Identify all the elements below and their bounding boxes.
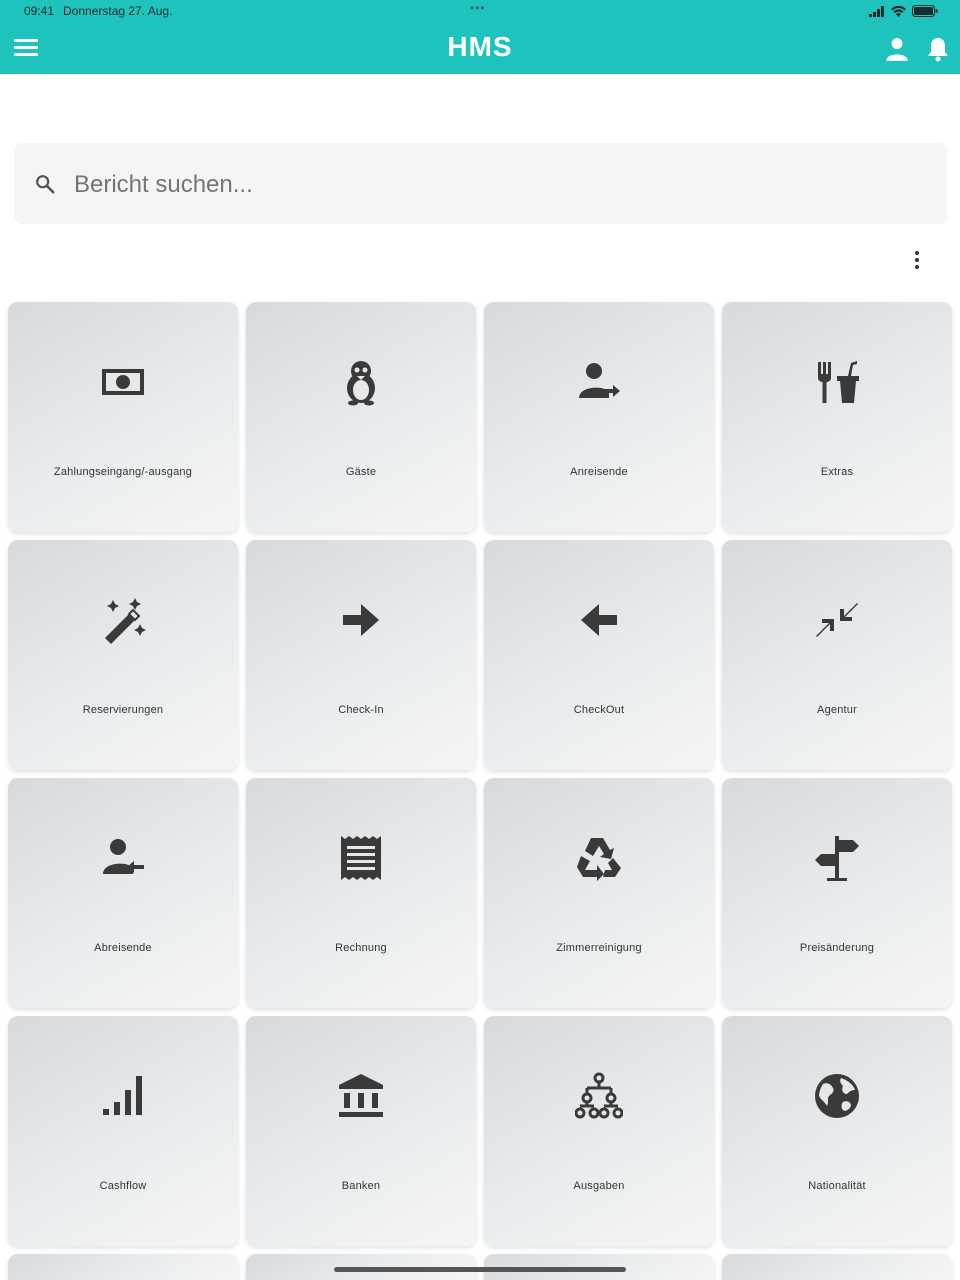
arrow-right-icon <box>337 596 385 644</box>
report-label: Reservierungen <box>82 704 164 716</box>
report-tile-nationalitaet[interactable]: Nationalität <box>722 1016 952 1246</box>
recycle-icon <box>575 834 623 882</box>
search-input[interactable] <box>72 163 916 207</box>
bell-icon[interactable] <box>926 36 950 62</box>
report-label: Anreisende <box>570 466 628 478</box>
report-tile-reservierungen[interactable]: Reservierungen <box>8 540 238 770</box>
more-vert-icon[interactable] <box>907 248 927 272</box>
person-arrow-left-icon <box>99 834 147 882</box>
report-tile-extras[interactable]: Extras <box>722 302 952 532</box>
report-tile-gaeste[interactable]: Gäste <box>246 302 476 532</box>
compress-arrows-icon <box>813 596 861 644</box>
penguin-icon <box>337 358 385 406</box>
report-label: Nationalität <box>808 1180 866 1192</box>
report-label: Ausgaben <box>573 1180 625 1192</box>
report-tile-abreisende[interactable]: Abreisende <box>8 778 238 1008</box>
report-label: Cashflow <box>99 1180 147 1192</box>
app-logo: HMS <box>447 31 513 62</box>
report-tile-check-in[interactable]: Check-In <box>246 540 476 770</box>
report-label: Gäste <box>345 466 377 478</box>
search-bar <box>14 143 947 224</box>
report-label: Zimmerreinigung <box>556 942 642 954</box>
report-tile-anreisende[interactable]: Anreisende <box>484 302 714 532</box>
status-bar: 09:41 Donnerstag 27. Aug. ••• <box>0 0 960 22</box>
report-label: Banken <box>341 1180 381 1192</box>
receipt-icon <box>337 834 385 882</box>
hamburger-icon[interactable] <box>14 36 40 60</box>
report-tile-checkout[interactable]: CheckOut <box>484 540 714 770</box>
search-icon <box>34 173 56 195</box>
report-tile-cashflow[interactable]: Cashflow <box>8 1016 238 1246</box>
magic-wand-icon <box>99 596 147 644</box>
report-tile-rechnung[interactable]: Rechnung <box>246 778 476 1008</box>
person-arrow-right-icon <box>575 358 623 406</box>
wifi-icon <box>891 5 906 17</box>
arrow-left-icon <box>575 596 623 644</box>
report-tile-ausgaben[interactable]: Ausgaben <box>484 1016 714 1246</box>
report-tile-partial[interactable] <box>722 1254 952 1280</box>
home-indicator[interactable] <box>334 1267 626 1272</box>
bank-icon <box>337 1072 385 1120</box>
user-icon[interactable] <box>884 36 910 62</box>
globe-icon <box>813 1072 861 1120</box>
hierarchy-icon <box>575 1072 623 1120</box>
report-tile-zahlungseingang[interactable]: Zahlungseingang/-ausgang <box>8 302 238 532</box>
money-icon <box>99 358 147 406</box>
battery-icon <box>912 5 938 17</box>
multitasking-dots-icon[interactable]: ••• <box>470 1 486 15</box>
report-tile-banken[interactable]: Banken <box>246 1016 476 1246</box>
report-label: Zahlungseingang/-ausgang <box>53 466 193 478</box>
fastfood-icon <box>813 358 861 406</box>
system-icons <box>869 5 938 17</box>
signal-bars-icon <box>99 1072 147 1120</box>
status-date: Donnerstag 27. Aug. <box>63 4 173 18</box>
report-label: CheckOut <box>573 704 625 716</box>
status-time: 09:41 <box>24 4 55 18</box>
report-tile-preisaenderung[interactable]: Preisänderung <box>722 778 952 1008</box>
report-tile-zimmerreinigung[interactable]: Zimmerreinigung <box>484 778 714 1008</box>
report-label: Rechnung <box>335 942 387 954</box>
app-bar: HMS <box>0 22 960 74</box>
report-grid: Zahlungseingang/-ausgang Gäste Anreisend… <box>8 302 953 1280</box>
report-tile-agentur[interactable]: Agentur <box>722 540 952 770</box>
report-label: Extras <box>820 466 854 478</box>
report-label: Agentur <box>817 704 857 716</box>
report-label: Preisänderung <box>799 942 875 954</box>
report-label: Check-In <box>338 704 384 716</box>
signpost-icon <box>813 834 861 882</box>
cellular-signal-icon <box>869 5 884 17</box>
report-tile-partial[interactable] <box>8 1254 238 1280</box>
report-label: Abreisende <box>94 942 152 954</box>
